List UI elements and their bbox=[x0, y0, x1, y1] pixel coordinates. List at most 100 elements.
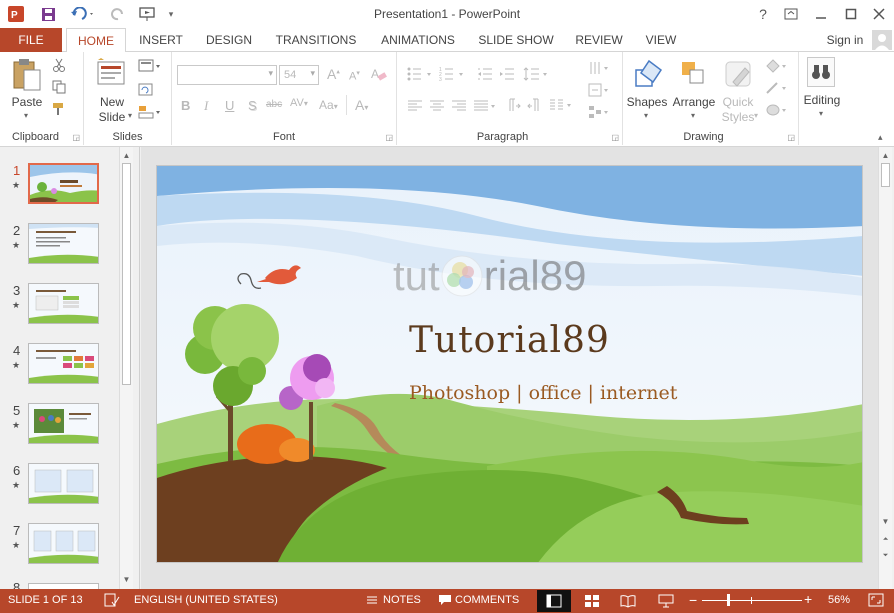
arrange-dropdown-icon[interactable]: ▾ bbox=[691, 111, 695, 120]
notes-icon[interactable] bbox=[366, 594, 378, 609]
tab-transitions[interactable]: TRANSITIONS bbox=[268, 28, 364, 52]
font-name-select[interactable]: ▾ bbox=[177, 65, 277, 85]
layout-icon[interactable] bbox=[138, 58, 162, 77]
increase-indent-icon[interactable] bbox=[499, 66, 515, 85]
slide-show-view-icon[interactable] bbox=[658, 594, 674, 611]
shapes-dropdown-icon[interactable]: ▾ bbox=[644, 111, 648, 120]
section-icon[interactable] bbox=[138, 104, 162, 123]
italic-icon[interactable]: I bbox=[204, 98, 208, 114]
tab-file[interactable]: FILE bbox=[0, 28, 62, 52]
align-right-icon[interactable] bbox=[451, 99, 467, 116]
slide-editor-scrollbar[interactable]: ▲ ▼ ⏶ ⏷ bbox=[878, 147, 892, 589]
drawing-launcher-icon[interactable]: ◲ bbox=[787, 133, 795, 142]
arrange-icon[interactable] bbox=[678, 58, 710, 93]
quick-styles-dropdown-icon[interactable]: ▾ bbox=[754, 111, 758, 120]
character-spacing-icon[interactable]: AV▾ bbox=[290, 97, 308, 109]
reading-view-icon[interactable] bbox=[620, 594, 636, 611]
scroll-up-icon[interactable]: ▲ bbox=[879, 149, 892, 162]
notes-button[interactable]: NOTES bbox=[383, 594, 421, 606]
quick-styles-icon[interactable] bbox=[723, 58, 755, 93]
zoom-slider-handle[interactable] bbox=[727, 594, 730, 606]
scroll-down-icon[interactable]: ▼ bbox=[120, 573, 133, 586]
thumbnails-scrollbar[interactable]: ▲ ▼ bbox=[119, 147, 133, 589]
numbering-icon[interactable]: 123 bbox=[439, 66, 467, 85]
slide-title[interactable]: Tutorial89 bbox=[409, 320, 610, 361]
paste-icon[interactable] bbox=[12, 58, 42, 95]
shape-outline-icon[interactable] bbox=[765, 80, 789, 99]
scrollbar-thumb[interactable] bbox=[122, 163, 131, 385]
tab-insert[interactable]: INSERT bbox=[132, 28, 190, 52]
arrange-label[interactable]: Arrange bbox=[669, 95, 719, 109]
language-indicator[interactable]: ENGLISH (UNITED STATES) bbox=[134, 594, 278, 606]
format-painter-icon[interactable] bbox=[52, 102, 66, 119]
tab-review[interactable]: REVIEW bbox=[568, 28, 630, 52]
new-slide-icon[interactable] bbox=[96, 58, 126, 93]
paste-label[interactable]: Paste bbox=[6, 95, 48, 109]
left-to-right-icon[interactable] bbox=[505, 98, 521, 115]
quick-styles-label-1[interactable]: Quick bbox=[716, 95, 760, 109]
font-name-dropdown-icon[interactable]: ▾ bbox=[268, 68, 273, 79]
zoom-in-icon[interactable]: + bbox=[804, 591, 812, 607]
slide-thumbnail-2[interactable] bbox=[28, 223, 99, 264]
change-case-icon[interactable]: Aa▾ bbox=[319, 98, 338, 112]
avatar[interactable] bbox=[872, 30, 892, 50]
slide-subtitle[interactable]: Photoshop | office | internet bbox=[409, 382, 677, 404]
close-icon[interactable] bbox=[866, 3, 892, 25]
zoom-slider[interactable] bbox=[702, 600, 802, 601]
slide-thumbnail-1[interactable] bbox=[28, 163, 99, 204]
shapes-label[interactable]: Shapes bbox=[625, 95, 669, 109]
clipboard-launcher-icon[interactable]: ◲ bbox=[72, 133, 80, 142]
slide-thumbnail-7[interactable] bbox=[28, 523, 99, 564]
new-slide-dropdown-icon[interactable]: ▾ bbox=[128, 111, 132, 120]
find-binoculars-icon[interactable] bbox=[807, 57, 835, 87]
columns-icon[interactable] bbox=[549, 98, 575, 115]
maximize-icon[interactable] bbox=[838, 3, 864, 25]
scroll-up-icon[interactable]: ▲ bbox=[120, 149, 133, 162]
slide-thumbnail-3[interactable] bbox=[28, 283, 99, 324]
increase-font-size-icon[interactable]: A▴ bbox=[327, 66, 340, 82]
slide-canvas[interactable]: tut rial89 Tutorial89 Photoshop | office … bbox=[156, 165, 863, 563]
fit-slide-to-window-icon[interactable] bbox=[868, 593, 884, 610]
bold-icon[interactable]: B bbox=[181, 98, 190, 113]
cut-icon[interactable] bbox=[52, 58, 66, 75]
tab-home[interactable]: HOME bbox=[66, 28, 126, 53]
slide-thumbnail-6[interactable] bbox=[28, 463, 99, 504]
shapes-icon[interactable] bbox=[633, 58, 665, 93]
reset-icon[interactable] bbox=[138, 82, 154, 101]
next-slide-icon[interactable]: ⏷ bbox=[879, 549, 892, 562]
font-size-dropdown-icon[interactable]: ▾ bbox=[310, 68, 315, 79]
decrease-indent-icon[interactable] bbox=[477, 66, 493, 85]
align-center-icon[interactable] bbox=[429, 99, 445, 116]
paste-dropdown-icon[interactable]: ▾ bbox=[24, 111, 28, 120]
comments-button[interactable]: COMMENTS bbox=[455, 594, 519, 606]
comments-icon[interactable] bbox=[438, 594, 452, 609]
tab-design[interactable]: DESIGN bbox=[198, 28, 260, 52]
editing-dropdown-icon[interactable]: ▾ bbox=[819, 109, 823, 118]
font-launcher-icon[interactable]: ◲ bbox=[385, 133, 393, 142]
strikethrough-icon[interactable]: abc bbox=[266, 99, 282, 110]
tab-slide-show[interactable]: SLIDE SHOW bbox=[472, 28, 560, 52]
previous-slide-icon[interactable]: ⏶ bbox=[879, 533, 892, 546]
shape-fill-icon[interactable] bbox=[765, 58, 789, 77]
slide-thumbnail-4[interactable] bbox=[28, 343, 99, 384]
editing-label[interactable]: Editing bbox=[799, 93, 845, 107]
normal-view-icon[interactable] bbox=[537, 590, 571, 612]
sign-in-link[interactable]: Sign in bbox=[820, 28, 870, 52]
shape-effects-icon[interactable] bbox=[765, 102, 789, 121]
zoom-out-icon[interactable]: − bbox=[689, 592, 697, 608]
text-direction-icon[interactable] bbox=[588, 60, 612, 79]
help-button[interactable]: ? bbox=[750, 3, 776, 25]
collapse-ribbon-icon[interactable]: ▴ bbox=[878, 132, 883, 143]
zoom-level[interactable]: 56% bbox=[828, 594, 850, 606]
scroll-down-icon[interactable]: ▼ bbox=[879, 515, 892, 528]
decrease-font-size-icon[interactable]: A▾ bbox=[349, 69, 360, 83]
text-shadow-icon[interactable]: S bbox=[248, 98, 257, 113]
justify-icon[interactable] bbox=[473, 99, 499, 116]
paragraph-launcher-icon[interactable]: ◲ bbox=[611, 133, 619, 142]
slide-thumbnail-5[interactable] bbox=[28, 403, 99, 444]
right-to-left-icon[interactable] bbox=[527, 98, 543, 115]
tab-animations[interactable]: ANIMATIONS bbox=[372, 28, 464, 52]
bullets-icon[interactable] bbox=[407, 66, 435, 85]
align-left-icon[interactable] bbox=[407, 99, 423, 116]
convert-to-smartart-icon[interactable] bbox=[588, 104, 612, 123]
